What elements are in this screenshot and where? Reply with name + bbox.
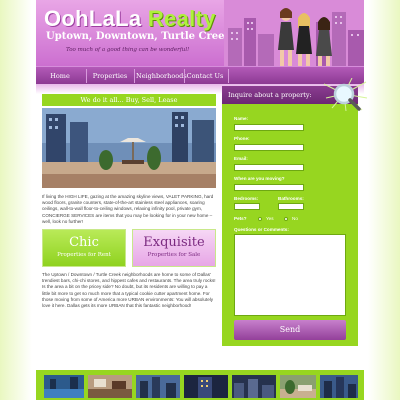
footer-photo-skyline[interactable] [136, 375, 180, 398]
inquiry-form: Inquire about a property: Name: Phone: E… [222, 78, 368, 346]
services-strip: We do it all... Buy, Sell, Lease [42, 94, 216, 106]
chic-card-title: Chic [69, 235, 99, 250]
header-subtagline: Too much of a good thing can be wonderfu… [66, 47, 190, 53]
moving-date-input[interactable] [234, 184, 304, 191]
main-content: We do it all... Buy, Sell, Lease If livi… [42, 94, 216, 374]
pets-yes-label: Yes [266, 216, 274, 221]
chic-card-subtitle: Properties for Rent [57, 252, 111, 258]
inquiry-form-title: Inquire about a property: [228, 91, 312, 99]
email-input[interactable] [234, 164, 304, 171]
name-input[interactable] [234, 124, 304, 131]
footer-photo-downtown[interactable] [232, 375, 276, 398]
main-nav: Home Properties Neighborhoods Contact Us [36, 66, 364, 84]
bedrooms-label: Bedrooms: [234, 196, 259, 201]
footer-photo-city-view[interactable] [320, 375, 358, 398]
site-header: OohLaLa Realty Uptown, Downtown, Turtle … [36, 0, 364, 66]
footer-photo-pool[interactable] [44, 375, 84, 398]
footer-photo-patio[interactable] [280, 375, 316, 398]
magnifier-icon [323, 78, 368, 112]
hero-rooftop-pool-image [42, 108, 216, 188]
nav-item-properties[interactable]: Properties [90, 70, 130, 82]
footer-photo-night-tower[interactable] [184, 375, 228, 398]
nav-item-home[interactable]: Home [40, 70, 80, 82]
site-logo[interactable]: OohLaLa Realty [44, 6, 216, 32]
nav-divider [184, 69, 185, 83]
footer-photo-interior[interactable] [88, 375, 132, 398]
logo-text-realty: Realty [141, 6, 216, 31]
exquisite-sale-card[interactable]: Exquisite Properties for Sale [132, 229, 216, 267]
bathrooms-input[interactable] [278, 203, 304, 210]
pets-no-radio[interactable] [284, 217, 288, 221]
moving-date-label: When are you moving? [234, 176, 285, 181]
header-tagline: Uptown, Downtown, Turtle Creek [46, 31, 232, 42]
nav-divider [228, 69, 229, 83]
neighborhood-paragraph: The Uptown / Downtown / Turtle Creek nei… [42, 272, 216, 309]
intro-paragraph: If living the HIGH LIFE, gazing at the a… [42, 194, 214, 224]
nav-divider [134, 69, 135, 83]
questions-textarea[interactable] [234, 234, 346, 316]
footer-photo-strip [36, 370, 364, 400]
site-wrapper: OohLaLa Realty Uptown, Downtown, Turtle … [36, 0, 368, 400]
nav-divider [86, 69, 87, 83]
phone-input[interactable] [234, 144, 304, 151]
pets-label: Pets? [234, 216, 247, 221]
phone-label: Phone: [234, 136, 250, 141]
nav-item-contact-us[interactable]: Contact Us [186, 70, 224, 82]
exquisite-card-title: Exquisite [143, 235, 205, 250]
bedrooms-input[interactable] [234, 203, 260, 210]
skyline-models-illustration [224, 0, 364, 66]
pets-yes-radio[interactable] [258, 217, 262, 221]
questions-label: Questions or Comments: [234, 227, 289, 232]
email-label: Email: [234, 156, 248, 161]
name-label: Name: [234, 116, 249, 121]
logo-text-oohlala: OohLaLa [44, 6, 142, 31]
nav-item-neighborhoods[interactable]: Neighborhoods [136, 70, 187, 82]
pets-no-label: No [292, 216, 298, 221]
send-button[interactable]: Send [234, 320, 346, 340]
chic-rent-card[interactable]: Chic Properties for Rent [42, 229, 126, 267]
exquisite-card-subtitle: Properties for Sale [147, 252, 201, 258]
bathrooms-label: Bathrooms: [278, 196, 304, 201]
